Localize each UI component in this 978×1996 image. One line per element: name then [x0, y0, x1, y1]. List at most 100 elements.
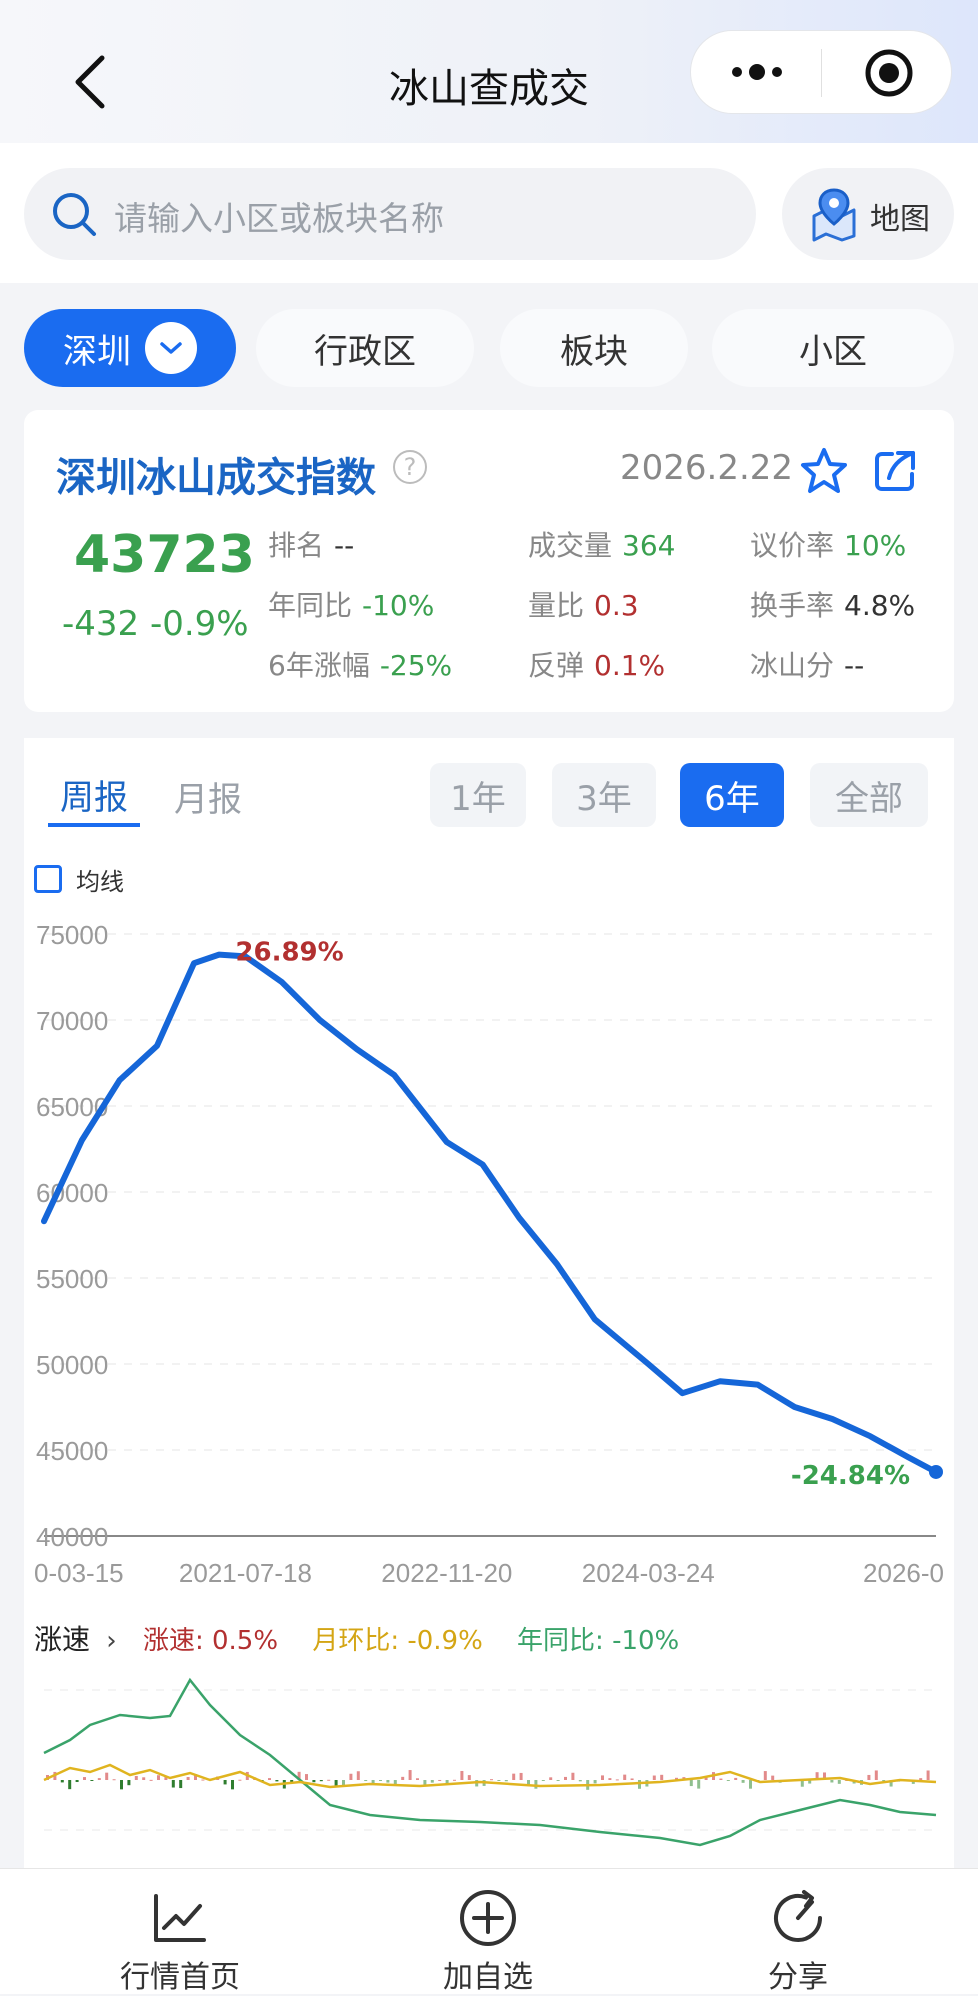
search-placeholder: 请输入小区或板块名称 — [114, 192, 444, 240]
speed-bar — [76, 1780, 79, 1782]
data-label: 26.89% — [235, 938, 343, 968]
speed-bar — [120, 1780, 123, 1789]
help-icon[interactable]: ? — [393, 450, 427, 484]
x-tick-label: 0-03-15 — [34, 1558, 124, 1588]
speed-bar — [927, 1770, 930, 1780]
stat-turnover: 换手率4.8% — [750, 584, 915, 624]
index-date: 2026.2.22 — [620, 448, 793, 488]
range-all[interactable]: 全部 — [810, 763, 928, 827]
nav-market-home[interactable]: 行情首页 — [80, 1880, 280, 1990]
y-tick-label: 60000 — [36, 1178, 108, 1208]
speed-bar — [742, 1780, 745, 1783]
search-input[interactable]: 请输入小区或板块名称 — [24, 168, 756, 260]
range-6y[interactable]: 6年 — [680, 763, 784, 827]
map-button-label: 地图 — [870, 194, 930, 238]
stat-six-year: 6年涨幅-25% — [268, 644, 452, 684]
tab-monthly[interactable]: 月报 — [174, 772, 242, 821]
speed-bar — [320, 1780, 323, 1781]
range-1y[interactable]: 1年 — [430, 763, 526, 827]
speed-bar — [660, 1775, 663, 1780]
speed-bar — [830, 1780, 833, 1782]
nav-label: 分享 — [698, 1952, 898, 1996]
speed-bar — [460, 1771, 463, 1780]
speed-bar — [468, 1775, 471, 1780]
tab-shenzhen[interactable]: 深圳 — [24, 309, 236, 387]
range-3y[interactable]: 3年 — [552, 763, 656, 827]
speed-bar — [542, 1780, 545, 1781]
tab-community[interactable]: 小区 — [712, 309, 954, 387]
external-link-icon[interactable] — [870, 446, 920, 496]
speed-bar — [875, 1770, 878, 1780]
stat-rank: 排名-- — [268, 524, 354, 564]
speed-bar — [172, 1780, 175, 1788]
close-target-icon[interactable] — [863, 47, 915, 99]
speed-bar — [919, 1778, 922, 1780]
speed-bar — [127, 1780, 130, 1785]
ma-checkbox[interactable] — [34, 865, 62, 893]
speed-bar — [342, 1780, 345, 1785]
speed-bar — [734, 1778, 737, 1780]
speed-bar — [505, 1780, 508, 1781]
stat-volume-ratio: 量比0.3 — [528, 584, 639, 624]
speed-bar — [697, 1780, 700, 1789]
speed-bar — [638, 1780, 641, 1789]
speed-bar — [497, 1780, 500, 1781]
map-button[interactable]: 地图 — [782, 168, 954, 260]
speed-bar — [105, 1773, 108, 1780]
map-pin-icon — [808, 186, 860, 242]
speed-row[interactable]: 涨速 › 涨速: 0.5% 月环比: -0.9% 年同比: -10% — [34, 1618, 679, 1658]
index-value: 43723 — [74, 525, 255, 585]
speed-bar — [401, 1777, 404, 1780]
x-tick-label: 2021-07-18 — [179, 1558, 312, 1588]
speed-bar — [690, 1780, 693, 1786]
chevron-right-icon: › — [106, 1626, 116, 1656]
more-icon[interactable] — [729, 59, 785, 85]
speed-bar — [534, 1780, 537, 1789]
speed-bar — [357, 1771, 360, 1780]
x-tick-label: 2022-11-20 — [381, 1558, 512, 1588]
speed-bar — [616, 1779, 619, 1780]
nav-share[interactable]: 分享 — [698, 1880, 898, 1990]
speed-bar — [312, 1780, 315, 1782]
speed-bar — [571, 1773, 574, 1780]
nav-add-watchlist[interactable]: 加自选 — [388, 1880, 588, 1990]
add-circle-icon — [458, 1888, 518, 1948]
speed-bar — [275, 1780, 278, 1781]
stat-volume: 成交量364 — [528, 524, 675, 564]
y-tick-label: 55000 — [36, 1264, 108, 1294]
index-change: -432 -0.9% — [62, 604, 249, 644]
tab-block[interactable]: 板块 — [500, 309, 688, 387]
speed-bar — [224, 1780, 227, 1784]
speed-bar — [557, 1780, 560, 1781]
speed-bar — [179, 1780, 182, 1788]
index-line-chart[interactable]: 7500070000650006000055000500004500040000… — [0, 900, 978, 1600]
mom-value: 月环比: -0.9% — [312, 1626, 482, 1656]
nav-label: 加自选 — [388, 1952, 588, 1996]
share-icon — [768, 1888, 828, 1948]
yoy-line — [44, 1680, 936, 1845]
speed-bar — [867, 1775, 870, 1780]
speed-bar — [157, 1775, 160, 1780]
speed-bar — [238, 1780, 241, 1781]
speed-bar — [438, 1780, 441, 1781]
yoy-value: 年同比: -10% — [517, 1626, 679, 1656]
speed-bar — [150, 1780, 153, 1781]
speed-bar — [608, 1778, 611, 1780]
speed-bar — [327, 1780, 330, 1781]
speed-bar — [549, 1777, 552, 1780]
speed-bar — [771, 1776, 774, 1780]
speed-chart — [0, 1660, 978, 1868]
speed-bar — [623, 1775, 626, 1780]
speed-bar — [305, 1774, 308, 1780]
speed-bar — [416, 1778, 419, 1780]
speed-bar — [564, 1777, 567, 1780]
search-icon — [50, 190, 100, 240]
tab-district[interactable]: 行政区 — [256, 309, 474, 387]
y-tick-label: 45000 — [36, 1436, 108, 1466]
tab-weekly[interactable]: 周报 — [60, 770, 128, 819]
speed-bar — [409, 1770, 412, 1780]
x-tick-label: 2024-03-24 — [582, 1558, 715, 1588]
star-icon[interactable] — [798, 446, 850, 496]
speed-bar — [579, 1780, 582, 1781]
speed-bar — [527, 1780, 530, 1784]
